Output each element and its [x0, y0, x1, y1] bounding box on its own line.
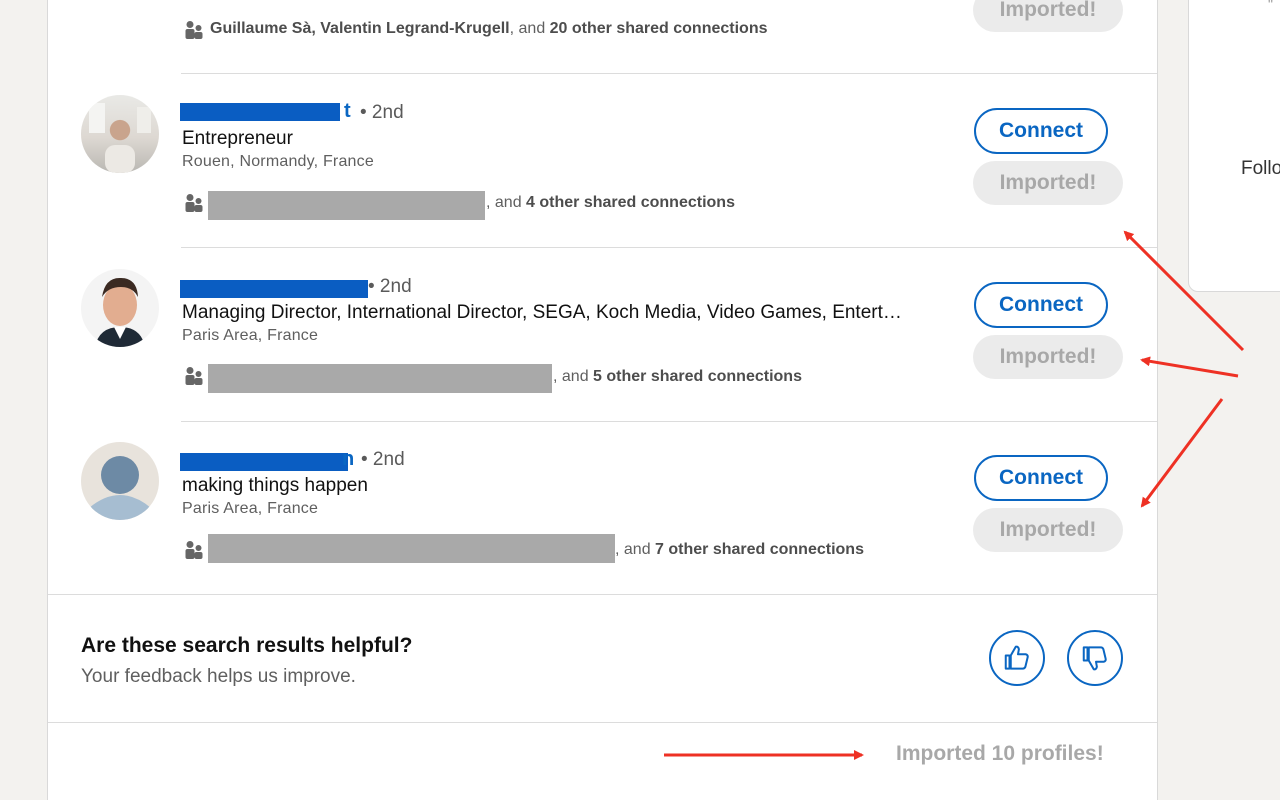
connect-button[interactable]: Connect	[974, 455, 1108, 501]
connect-button[interactable]: Connect	[974, 108, 1108, 154]
sidebar-mark: "	[1268, 0, 1273, 12]
connect-button[interactable]: Connect	[974, 282, 1108, 328]
redacted-shared-names	[208, 534, 615, 563]
thumbs-up-button[interactable]	[989, 630, 1045, 686]
profile-photo[interactable]	[81, 269, 159, 347]
profile-location: Paris Area, France	[182, 327, 319, 344]
people-icon	[185, 194, 203, 212]
imported-button[interactable]: Imported!	[973, 161, 1123, 205]
profile-photo[interactable]	[81, 95, 159, 173]
thumbs-down-button[interactable]	[1067, 630, 1123, 686]
connection-degree: • 2nd	[361, 449, 405, 470]
thumbs-down-icon	[1082, 646, 1107, 671]
connection-degree: • 2nd	[360, 102, 404, 123]
connection-degree: • 2nd	[368, 276, 412, 297]
divider	[48, 722, 1157, 723]
divider	[181, 247, 1157, 248]
profile-location: Rouen, Normandy, France	[182, 153, 374, 170]
profile-headline: making things happen	[182, 475, 368, 496]
shared-connections: , and 4 other shared connections	[486, 194, 735, 211]
profile-name[interactable]: t	[344, 100, 351, 123]
feedback-subtitle: Your feedback helps us improve.	[81, 666, 356, 687]
redacted-name[interactable]	[180, 103, 340, 121]
profile-location: Paris Area, France	[182, 500, 319, 517]
divider	[48, 594, 1157, 595]
feedback-title: Are these search results helpful?	[81, 634, 413, 657]
shared-connections: Guillaume Sà, Valentin Legrand-Krugell, …	[210, 20, 768, 37]
divider	[181, 73, 1157, 74]
sidebar-follow-label: Follo	[1241, 158, 1280, 179]
redacted-shared-names	[208, 364, 552, 393]
profile-name[interactable]: n	[342, 448, 354, 471]
thumbs-up-icon	[1004, 645, 1029, 670]
imported-button[interactable]: Imported!	[973, 335, 1123, 379]
divider	[181, 421, 1157, 422]
shared-names[interactable]: Guillaume Sà, Valentin Legrand-Krugell	[210, 20, 510, 37]
people-icon	[185, 541, 203, 559]
profile-headline: Managing Director, International Directo…	[182, 302, 902, 323]
shared-connections: , and 5 other shared connections	[553, 368, 802, 385]
profile-photo-placeholder[interactable]	[81, 442, 159, 520]
sidebar-card	[1188, 0, 1280, 292]
shared-connections: , and 7 other shared connections	[615, 541, 864, 558]
redacted-name[interactable]	[180, 280, 368, 298]
imported-button[interactable]: Imported!	[973, 0, 1123, 32]
imported-button[interactable]: Imported!	[973, 508, 1123, 552]
redacted-shared-names	[208, 191, 485, 220]
profile-headline: Entrepreneur	[182, 128, 293, 149]
people-icon	[185, 21, 203, 39]
redacted-name[interactable]	[180, 453, 348, 471]
people-icon	[185, 367, 203, 385]
imported-count-label: Imported 10 profiles!	[896, 742, 1104, 765]
